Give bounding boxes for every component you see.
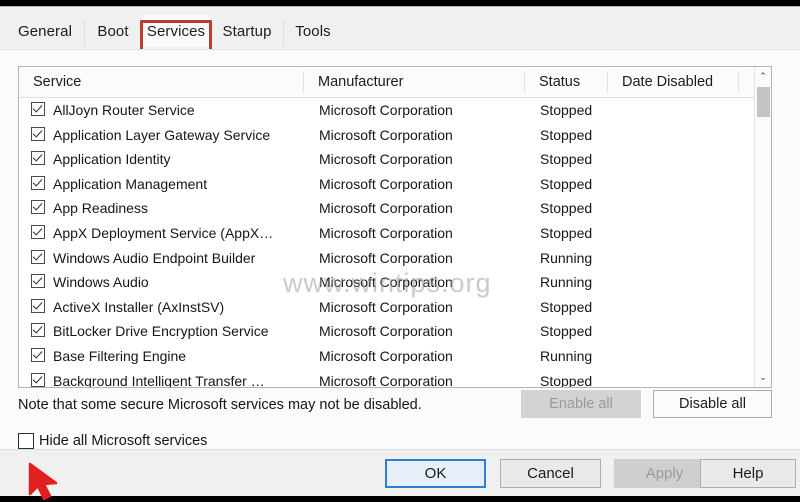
cell-status: Stopped: [540, 172, 620, 197]
dialog-footer: OK Cancel Apply Help: [0, 449, 800, 496]
hide-all-microsoft-services-checkbox[interactable]: [18, 433, 34, 449]
cell-status: Stopped: [540, 147, 620, 172]
tab-services[interactable]: Services: [142, 15, 210, 47]
cell-service: AllJoyn Router Service: [53, 98, 311, 123]
cell-status: Running: [540, 344, 620, 369]
cell-manufacturer: Microsoft Corporation: [319, 295, 519, 320]
help-button[interactable]: Help: [700, 459, 796, 488]
cell-status: Running: [540, 270, 620, 295]
cell-manufacturer: Microsoft Corporation: [319, 270, 519, 295]
cell-status: Stopped: [540, 369, 620, 388]
cell-service: Application Layer Gateway Service: [53, 123, 311, 148]
table-row[interactable]: Application Management Microsoft Corporat…: [19, 172, 771, 197]
services-list[interactable]: Service Manufacturer Status Date Disable…: [18, 66, 772, 388]
services-tab-panel: Service Manufacturer Status Date Disable…: [0, 49, 800, 450]
tab-general[interactable]: General: [6, 15, 84, 47]
table-row[interactable]: Application Layer Gateway Service Microso…: [19, 123, 771, 148]
column-header-date-disabled[interactable]: Date Disabled: [622, 67, 713, 97]
table-row[interactable]: Base Filtering Engine Microsoft Corporati…: [19, 344, 771, 369]
cell-status: Running: [540, 246, 620, 271]
column-divider[interactable]: [738, 71, 739, 93]
cell-status: Stopped: [540, 123, 620, 148]
cell-manufacturer: Microsoft Corporation: [319, 196, 519, 221]
cancel-button[interactable]: Cancel: [500, 459, 601, 488]
tab-tools[interactable]: Tools: [284, 15, 342, 47]
cell-manufacturer: Microsoft Corporation: [319, 98, 519, 123]
service-enabled-checkbox[interactable]: [31, 299, 45, 313]
service-enabled-checkbox[interactable]: [31, 200, 45, 214]
cell-service: BitLocker Drive Encryption Service: [53, 319, 311, 344]
column-header-manufacturer[interactable]: Manufacturer: [318, 67, 403, 97]
service-enabled-checkbox[interactable]: [31, 127, 45, 141]
services-list-scrollbar[interactable]: ⌃ ⌄: [754, 67, 771, 387]
cell-manufacturer: Microsoft Corporation: [319, 221, 519, 246]
cell-manufacturer: Microsoft Corporation: [319, 344, 519, 369]
service-enabled-checkbox[interactable]: [31, 151, 45, 165]
cell-service: Application Identity: [53, 147, 311, 172]
scroll-down-icon[interactable]: ⌄: [755, 369, 771, 386]
enable-all-button[interactable]: Enable all: [521, 390, 641, 418]
scrollbar-thumb[interactable]: [757, 87, 770, 117]
hide-all-microsoft-services-label: Hide all Microsoft services: [39, 433, 207, 449]
column-divider[interactable]: [524, 71, 525, 93]
cell-status: Stopped: [540, 295, 620, 320]
table-row[interactable]: Windows Audio Microsoft Corporation Runnin…: [19, 270, 771, 295]
column-header-status[interactable]: Status: [539, 67, 580, 97]
cell-service: Application Management: [53, 172, 311, 197]
cell-service: ActiveX Installer (AxInstSV): [53, 295, 311, 320]
scroll-up-icon[interactable]: ⌃: [755, 68, 771, 85]
cell-status: Stopped: [540, 196, 620, 221]
column-header-service[interactable]: Service: [33, 67, 81, 97]
tab-boot[interactable]: Boot: [85, 15, 141, 47]
cell-service: Background Intelligent Transfer …: [53, 369, 311, 388]
cell-service: App Readiness: [53, 196, 311, 221]
secure-services-note: Note that some secure Microsoft services…: [18, 397, 422, 413]
column-divider[interactable]: [607, 71, 608, 93]
service-enabled-checkbox[interactable]: [31, 373, 45, 387]
system-configuration-window: General Boot Services Startup Tools Serv…: [0, 6, 800, 494]
service-enabled-checkbox[interactable]: [31, 250, 45, 264]
cell-status: Stopped: [540, 98, 620, 123]
cell-service: Windows Audio Endpoint Builder: [53, 246, 311, 271]
services-list-rows: AllJoyn Router Service Microsoft Corporat…: [19, 98, 771, 388]
service-enabled-checkbox[interactable]: [31, 225, 45, 239]
cell-manufacturer: Microsoft Corporation: [319, 246, 519, 271]
service-enabled-checkbox[interactable]: [31, 176, 45, 190]
table-row[interactable]: App Readiness Microsoft Corporation Stoppe…: [19, 196, 771, 221]
table-row[interactable]: BitLocker Drive Encryption Service Micros…: [19, 319, 771, 344]
table-row[interactable]: Application Identity Microsoft Corporatio…: [19, 147, 771, 172]
cell-manufacturer: Microsoft Corporation: [319, 147, 519, 172]
table-row[interactable]: ActiveX Installer (AxInstSV) Microsoft Co…: [19, 295, 771, 320]
tab-startup[interactable]: Startup: [211, 15, 283, 47]
cell-manufacturer: Microsoft Corporation: [319, 172, 519, 197]
service-enabled-checkbox[interactable]: [31, 102, 45, 116]
service-enabled-checkbox[interactable]: [31, 323, 45, 337]
tab-strip: General Boot Services Startup Tools: [0, 7, 800, 49]
table-row[interactable]: AllJoyn Router Service Microsoft Corporat…: [19, 98, 771, 123]
cell-status: Stopped: [540, 319, 620, 344]
cell-service: Windows Audio: [53, 270, 311, 295]
column-divider[interactable]: [303, 71, 304, 93]
table-row[interactable]: Background Intelligent Transfer … Microso…: [19, 369, 771, 388]
table-row[interactable]: Windows Audio Endpoint Builder Microsoft …: [19, 246, 771, 271]
cell-manufacturer: Microsoft Corporation: [319, 319, 519, 344]
ok-button[interactable]: OK: [385, 459, 486, 488]
table-row[interactable]: AppX Deployment Service (AppX… Microsoft …: [19, 221, 771, 246]
cell-service: AppX Deployment Service (AppX…: [53, 221, 311, 246]
cell-service: Base Filtering Engine: [53, 344, 311, 369]
cell-status: Stopped: [540, 221, 620, 246]
service-enabled-checkbox[interactable]: [31, 348, 45, 362]
services-list-header: Service Manufacturer Status Date Disable…: [19, 67, 771, 98]
service-enabled-checkbox[interactable]: [31, 274, 45, 288]
disable-all-button[interactable]: Disable all: [653, 390, 772, 418]
cell-manufacturer: Microsoft Corporation: [319, 123, 519, 148]
cell-manufacturer: Microsoft Corporation: [319, 369, 519, 388]
